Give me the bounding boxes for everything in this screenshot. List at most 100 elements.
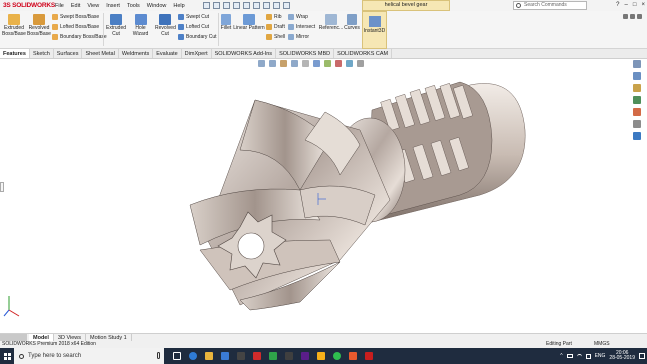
menu-help[interactable]: Help [173,3,184,9]
menu-view[interactable]: View [87,3,99,9]
print-preview-icon[interactable] [630,14,635,19]
tab-model[interactable]: Model [29,334,54,341]
taskbar-search-box[interactable]: Type here to search [14,348,164,364]
tab-sheet-metal[interactable]: Sheet Metal [82,49,119,58]
tab-cam[interactable]: SOLIDWORKS CAM [334,49,393,58]
forum-icon[interactable] [633,132,641,140]
swept-boss-button[interactable]: Swept Boss/Base [52,13,99,21]
swept-cut-button[interactable]: Swept Cut [178,13,209,21]
fillet-icon [221,14,231,25]
rib-button[interactable]: Rib [266,13,282,21]
instant3d-button[interactable]: Instant3D [362,11,387,49]
revolved-boss-button[interactable]: Revolved Boss/Base [27,14,51,37]
draft-button[interactable]: Draft [266,23,285,31]
tab-sketch[interactable]: Sketch [30,49,54,58]
minimize-button[interactable]: – [625,0,628,11]
tab-motion-study[interactable]: Motion Study 1 [86,334,132,341]
undo-icon[interactable] [252,2,260,9]
task-view-icon[interactable] [173,352,181,360]
wifi-icon[interactable] [576,353,582,359]
notes-icon[interactable] [285,352,293,360]
chrome-canary-icon[interactable] [317,352,325,360]
tab-evaluate[interactable]: Evaluate [153,49,182,58]
tab-surfaces[interactable]: Surfaces [54,49,83,58]
microphone-icon[interactable] [157,352,160,359]
tab-features[interactable]: Features [0,49,30,58]
whatsapp-icon[interactable] [333,352,341,360]
media-icon[interactable] [253,352,261,360]
select-icon[interactable] [262,2,270,9]
boundary-cut-button[interactable]: Boundary Cut [178,33,217,41]
menu-file[interactable]: File [55,3,64,9]
tab-scroll-handle[interactable] [0,334,27,341]
boundary-boss-button[interactable]: Boundary Boss/Base [52,33,107,41]
tray-up-arrow-icon[interactable]: ^ [560,353,562,359]
status-bar: SOLIDWORKS Premium 2018 x64 Edition Edit… [0,341,647,348]
menu-edit[interactable]: Edit [71,3,80,9]
ribbon-separator [103,13,104,46]
home-icon[interactable] [202,2,210,9]
close-button[interactable]: × [641,0,645,11]
volume-icon[interactable] [585,353,591,359]
language-indicator[interactable]: ENG [595,353,606,359]
file-explorer-icon[interactable] [205,352,213,360]
start-button[interactable] [0,348,14,364]
extruded-boss-button[interactable]: Extruded Boss/Base [2,14,26,37]
print-icon[interactable] [242,2,250,9]
battery-icon[interactable] [566,354,573,358]
intersect-button[interactable]: Intersect [288,23,315,31]
tab-mbd[interactable]: SOLIDWORKS MBD [276,49,335,58]
helical-bevel-gear-model[interactable] [0,59,620,333]
custom-properties-icon[interactable] [633,120,641,128]
shell-button[interactable]: Shell [266,33,285,41]
tab-dimxpert[interactable]: DimXpert [182,49,212,58]
appearances-icon[interactable] [633,108,641,116]
resources-icon[interactable] [633,60,641,68]
feature-manager-toggle[interactable] [0,182,4,192]
search-commands-input[interactable]: Search Commands [513,1,587,10]
rebuild-icon[interactable] [272,2,280,9]
curves-button[interactable]: Curves [344,14,360,32]
open-icon[interactable] [222,2,230,9]
office-icon[interactable] [349,352,357,360]
graphics-area[interactable] [0,59,620,333]
camera-icon[interactable] [623,14,628,19]
maximize-button[interactable]: □ [633,0,637,11]
clock[interactable]: 20:06 28-05-2019 [609,350,635,362]
menu-window[interactable]: Window [147,3,167,9]
fillet-button[interactable]: Fillet [220,14,232,32]
tab-weldments[interactable]: Weldments [119,49,154,58]
options-icon[interactable] [282,2,290,9]
solidworks-icon[interactable] [365,352,373,360]
extruded-cut-button[interactable]: Extruded Cut [106,14,126,37]
save-icon[interactable] [232,2,240,9]
wrap-button[interactable]: Wrap [288,13,308,21]
hole-wizard-button[interactable]: Hole Wizard [127,14,154,37]
revolved-cut-button[interactable]: Revolved Cut [155,14,176,37]
linear-pattern-button[interactable]: Linear Pattern [233,14,265,32]
edge-icon[interactable] [189,352,197,360]
lofted-boss-button[interactable]: Lofted Boss/Base [52,23,99,31]
lofted-boss-icon [52,24,58,30]
unit-system-label[interactable]: MMGS [594,341,610,348]
mirror-button[interactable]: Mirror [288,33,309,41]
notification-icon[interactable] [639,353,645,359]
chrome-icon[interactable] [269,352,277,360]
file-explorer-icon[interactable] [633,84,641,92]
tab-addins[interactable]: SOLIDWORKS Add-Ins [212,49,277,58]
new-document-icon[interactable] [212,2,220,9]
quick-access-toolbar [202,2,290,9]
after-effects-icon[interactable] [301,352,309,360]
tab-3d-views[interactable]: 3D Views [54,334,87,341]
design-library-icon[interactable] [633,72,641,80]
help-button[interactable]: ? [616,0,619,11]
layout-icon[interactable] [637,14,642,19]
lofted-cut-button[interactable]: Lofted Cut [178,23,209,31]
view-palette-icon[interactable] [633,96,641,104]
app-icon[interactable] [237,352,245,360]
solidworks-logo[interactable]: 3S SOLIDWORKS [0,2,55,9]
menu-tools[interactable]: Tools [127,3,140,9]
store-icon[interactable] [221,352,229,360]
reference-geometry-button[interactable]: Referenc... [318,14,344,32]
menu-insert[interactable]: Insert [106,3,120,9]
